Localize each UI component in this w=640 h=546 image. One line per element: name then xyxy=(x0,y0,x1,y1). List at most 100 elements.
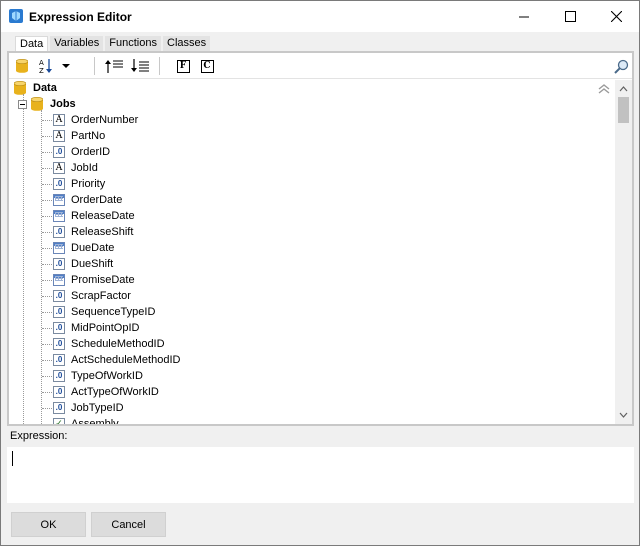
tree-field-item[interactable]: .0 TypeOfWorkID xyxy=(53,368,143,384)
move-top-button[interactable] xyxy=(103,57,125,75)
tree-field-item[interactable]: .0 ActTypeOfWorkID xyxy=(53,384,159,400)
tree-field-label: Assembly xyxy=(71,418,119,424)
tab-functions[interactable]: Functions xyxy=(105,36,161,51)
tree-field-label: ReleaseDate xyxy=(71,210,135,222)
tree-field-label: TypeOfWorkID xyxy=(71,370,143,382)
close-icon xyxy=(610,11,622,22)
tree-field-item[interactable]: DueDate xyxy=(53,240,114,256)
tree-branch-line xyxy=(42,136,52,137)
tree-branch-line xyxy=(42,168,52,169)
expression-input[interactable] xyxy=(7,447,634,503)
tree-field-item[interactable]: A PartNo xyxy=(53,128,105,144)
window-title: Expression Editor xyxy=(29,10,132,24)
minimize-icon xyxy=(519,16,529,17)
tree-branch-line xyxy=(42,184,52,185)
data-panel: A Z F C Data Jobs A OrderNumber A PartNo… xyxy=(7,51,634,426)
tree-scrollbar[interactable] xyxy=(615,80,632,424)
numeric-field-icon: .0 xyxy=(53,178,65,190)
class-icon: C xyxy=(200,59,214,73)
title-bar[interactable]: Expression Editor xyxy=(1,1,639,32)
tree-field-item[interactable]: .0 DueShift xyxy=(53,256,113,272)
function-filter-button[interactable]: F xyxy=(175,57,191,75)
svg-text:A: A xyxy=(39,59,44,67)
scroll-down-icon[interactable] xyxy=(615,408,632,422)
tree-field-item[interactable]: .0 ReleaseShift xyxy=(53,224,133,240)
app-icon xyxy=(9,9,23,23)
maximize-button[interactable] xyxy=(547,1,593,32)
database-button[interactable] xyxy=(14,57,30,75)
tree-field-item[interactable]: .0 JobTypeID xyxy=(53,400,124,416)
numeric-field-icon: .0 xyxy=(53,146,65,158)
dropdown-arrow-icon xyxy=(62,63,70,68)
tree-branch-line xyxy=(42,296,52,297)
tab-variables[interactable]: Variables xyxy=(50,36,104,51)
date-field-icon xyxy=(53,242,65,254)
tree-field-label: ScheduleMethodID xyxy=(71,338,165,350)
tree-branch-line xyxy=(42,376,52,377)
tree-branch-line xyxy=(42,264,52,265)
data-tree: Data Jobs A OrderNumber A PartNo .0 OrderID A J… xyxy=(9,80,615,424)
collapse-all-icon[interactable] xyxy=(597,83,611,95)
tree-branch-line xyxy=(42,152,52,153)
sort-button[interactable]: A Z xyxy=(37,57,57,75)
search-input[interactable] xyxy=(435,56,613,75)
text-field-icon: A xyxy=(53,162,65,174)
minimize-button[interactable] xyxy=(501,1,547,32)
tree-root-data[interactable]: Data xyxy=(14,80,57,96)
tree-field-item[interactable]: .0 MidPointOpID xyxy=(53,320,139,336)
tree-group-label: Jobs xyxy=(50,98,76,110)
numeric-field-icon: .0 xyxy=(53,338,65,350)
move-bottom-button[interactable] xyxy=(129,57,151,75)
tree-field-label: JobTypeID xyxy=(71,402,124,414)
tree-field-item[interactable]: .0 OrderID xyxy=(53,144,110,160)
date-field-icon xyxy=(53,194,65,206)
text-field-icon: A xyxy=(53,130,65,142)
numeric-field-icon: .0 xyxy=(53,258,65,270)
tree-group-jobs[interactable]: Jobs xyxy=(18,96,76,112)
tree-field-item[interactable]: .0 Priority xyxy=(53,176,105,192)
scroll-up-icon[interactable] xyxy=(615,82,632,96)
date-field-icon xyxy=(53,210,65,222)
class-filter-button[interactable]: C xyxy=(199,57,215,75)
tree-branch-line xyxy=(42,120,52,121)
tree-field-item[interactable]: OrderDate xyxy=(53,192,122,208)
search-button[interactable] xyxy=(613,57,629,75)
tree-field-item[interactable]: .0 ScheduleMethodID xyxy=(53,336,165,352)
collapse-icon[interactable] xyxy=(18,99,27,109)
tree-field-label: ScrapFactor xyxy=(71,290,131,302)
tab-strip: Data Variables Functions Classes xyxy=(15,36,211,51)
sort-az-icon: A Z xyxy=(39,59,52,74)
sort-dropdown-button[interactable] xyxy=(59,57,73,75)
tree-branch-line xyxy=(42,280,52,281)
boolean-field-icon: ✓ xyxy=(53,418,65,424)
tree-field-item[interactable]: ReleaseDate xyxy=(53,208,135,224)
tree-field-item[interactable]: .0 ActScheduleMethodID xyxy=(53,352,180,368)
tree-branch-line xyxy=(42,408,52,409)
toolbar-separator xyxy=(94,57,95,75)
tab-data[interactable]: Data xyxy=(15,36,49,51)
text-field-icon: A xyxy=(53,114,65,126)
tree-field-label: OrderID xyxy=(71,146,111,158)
tree-branch-line xyxy=(42,344,52,345)
tree-branch-line xyxy=(42,312,52,313)
scroll-thumb[interactable] xyxy=(618,97,629,123)
tree-field-item[interactable]: ✓ Assembly xyxy=(53,416,119,424)
database-icon xyxy=(16,59,28,73)
ok-button[interactable]: OK xyxy=(11,512,86,537)
tree-field-item[interactable]: .0 SequenceTypeID xyxy=(53,304,155,320)
numeric-field-icon: .0 xyxy=(53,386,65,398)
close-button[interactable] xyxy=(593,1,639,32)
tab-classes[interactable]: Classes xyxy=(163,36,211,51)
tree-field-item[interactable]: A OrderNumber xyxy=(53,112,138,128)
tree-field-item[interactable]: A JobId xyxy=(53,160,98,176)
tree-field-item[interactable]: .0 ScrapFactor xyxy=(53,288,131,304)
tree-field-label: ActScheduleMethodID xyxy=(71,354,181,366)
toolbar-separator xyxy=(159,57,160,75)
expression-label: Expression: xyxy=(10,430,68,442)
function-icon: F xyxy=(176,59,190,73)
search-icon xyxy=(613,59,628,74)
tree-field-item[interactable]: PromiseDate xyxy=(53,272,135,288)
cancel-button[interactable]: Cancel xyxy=(91,512,166,537)
tree-field-label: Priority xyxy=(71,178,106,190)
tree-branch-line xyxy=(42,216,52,217)
